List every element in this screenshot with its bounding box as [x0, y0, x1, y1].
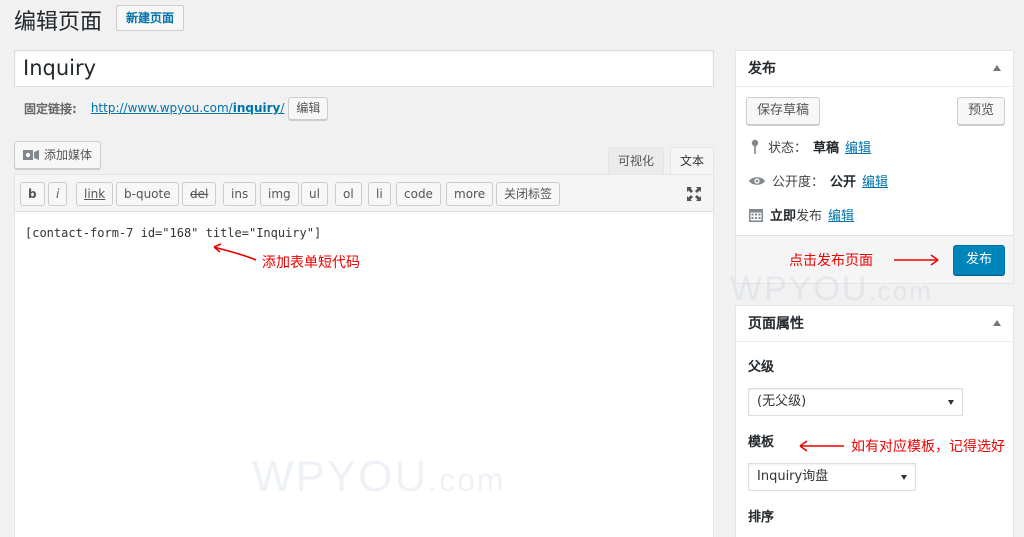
qt-link-button[interactable]: link: [76, 182, 114, 206]
watermark: WPYOU.com: [252, 452, 506, 502]
tab-visual[interactable]: 可视化: [608, 147, 665, 175]
annotation-arrow-left-icon: [213, 243, 257, 261]
tab-text[interactable]: 文本: [670, 147, 715, 175]
page-attributes-header[interactable]: 页面属性: [736, 306, 1013, 342]
watermark-sidebar-suffix: .com: [868, 276, 933, 306]
quicktags-toolbar: b i link b-quote del ins img ul ol li co…: [15, 175, 713, 212]
chevron-down-icon: [901, 475, 907, 480]
order-label: 排序: [748, 510, 775, 525]
annotation-arrow-right-icon: [894, 254, 939, 266]
schedule-label-bold: 立即: [770, 209, 797, 224]
permalink-base: http://www.wpyou.com/: [90, 101, 233, 115]
qt-ol-button[interactable]: ol: [335, 182, 362, 206]
editor-content[interactable]: [contact-form-7 id="168" title="Inquiry"…: [25, 226, 321, 240]
preview-button[interactable]: 预览: [957, 97, 1006, 125]
status-value: 草稿: [813, 141, 840, 156]
publish-box: 发布 保存草稿 预览 状态： 草稿 编辑 公开度： 公开 编辑 立即发布 编辑 …: [735, 50, 1014, 284]
pin-icon: [751, 139, 759, 154]
parent-label: 父级: [748, 360, 775, 375]
template-label: 模板: [748, 435, 775, 450]
qt-more-button[interactable]: more: [446, 182, 494, 206]
parent-select-value: (无父级): [757, 394, 807, 409]
qt-img-button[interactable]: img: [260, 182, 299, 206]
qt-bold-button[interactable]: b: [20, 182, 45, 206]
qt-ul-button[interactable]: ul: [301, 182, 328, 206]
watermark-suffix: .com: [428, 462, 506, 498]
annotation-shortcode: 添加表单短代码: [262, 255, 360, 271]
visibility-row: 公开度： 公开 编辑: [748, 171, 888, 190]
title-input[interactable]: Inquiry: [14, 50, 714, 87]
permalink-trail: /: [280, 101, 285, 115]
fullscreen-icon[interactable]: [685, 185, 703, 203]
template-select[interactable]: Inquiry询盘: [748, 463, 916, 491]
permalink-slug: inquiry: [232, 101, 281, 115]
permalink-row: 固定链接: http://www.wpyou.com/inquiry/ 编辑: [24, 96, 329, 120]
publish-box-header[interactable]: 发布: [736, 51, 1013, 87]
watermark-sidebar-main: WPYOU: [730, 270, 869, 308]
visibility-label: 公开度：: [772, 175, 825, 190]
template-select-value: Inquiry询盘: [757, 469, 829, 484]
qt-bquote-button[interactable]: b-quote: [116, 182, 179, 206]
qt-ins-button[interactable]: ins: [223, 182, 257, 206]
permalink-label: 固定链接:: [24, 101, 77, 116]
page-attributes-box: 页面属性 父级 (无父级) 模板 Inquiry询盘 排序: [735, 305, 1014, 537]
watermark-sidebar: WPYOU.com: [730, 270, 933, 309]
status-row: 状态： 草稿 编辑: [748, 137, 871, 156]
qt-del-button[interactable]: del: [182, 182, 217, 206]
qt-code-button[interactable]: code: [396, 182, 441, 206]
eye-icon: [749, 176, 765, 185]
save-draft-button[interactable]: 保存草稿: [746, 97, 821, 125]
add-new-page-button[interactable]: 新建页面: [116, 5, 185, 31]
annotation-publish: 点击发布页面: [789, 253, 873, 269]
add-media-label: 添加媒体: [44, 148, 93, 162]
permalink-link[interactable]: http://www.wpyou.com/inquiry/: [91, 101, 285, 115]
collapse-toggle-icon[interactable]: [993, 320, 1001, 326]
annotation-template: 如有对应模板，记得选好: [851, 439, 1005, 455]
visibility-edit-link[interactable]: 编辑: [862, 171, 888, 190]
status-edit-link[interactable]: 编辑: [845, 137, 871, 156]
publish-box-title: 发布: [748, 61, 776, 77]
qt-italic-button[interactable]: i: [48, 182, 68, 206]
permalink-edit-button[interactable]: 编辑: [288, 96, 329, 120]
add-media-button[interactable]: 添加媒体: [14, 141, 102, 169]
qt-li-button[interactable]: li: [368, 182, 391, 206]
watermark-main: WPYOU: [252, 452, 429, 501]
chevron-down-icon: [948, 400, 954, 405]
schedule-edit-link[interactable]: 编辑: [828, 205, 854, 224]
calendar-icon: [749, 208, 763, 222]
qt-close-tags-button[interactable]: 关闭标签: [496, 182, 561, 206]
media-icon: [23, 150, 39, 160]
schedule-row: 立即发布 编辑: [748, 205, 854, 224]
publish-button[interactable]: 发布: [953, 245, 1006, 275]
schedule-label: 发布: [796, 209, 823, 224]
parent-select[interactable]: (无父级): [748, 388, 963, 416]
collapse-toggle-icon[interactable]: [993, 65, 1001, 71]
annotation-arrow-left-icon: [799, 440, 844, 452]
page-title: 编辑页面: [14, 10, 103, 35]
status-label: 状态：: [768, 141, 808, 156]
visibility-value: 公开: [830, 175, 857, 190]
page-attributes-title: 页面属性: [748, 316, 804, 332]
